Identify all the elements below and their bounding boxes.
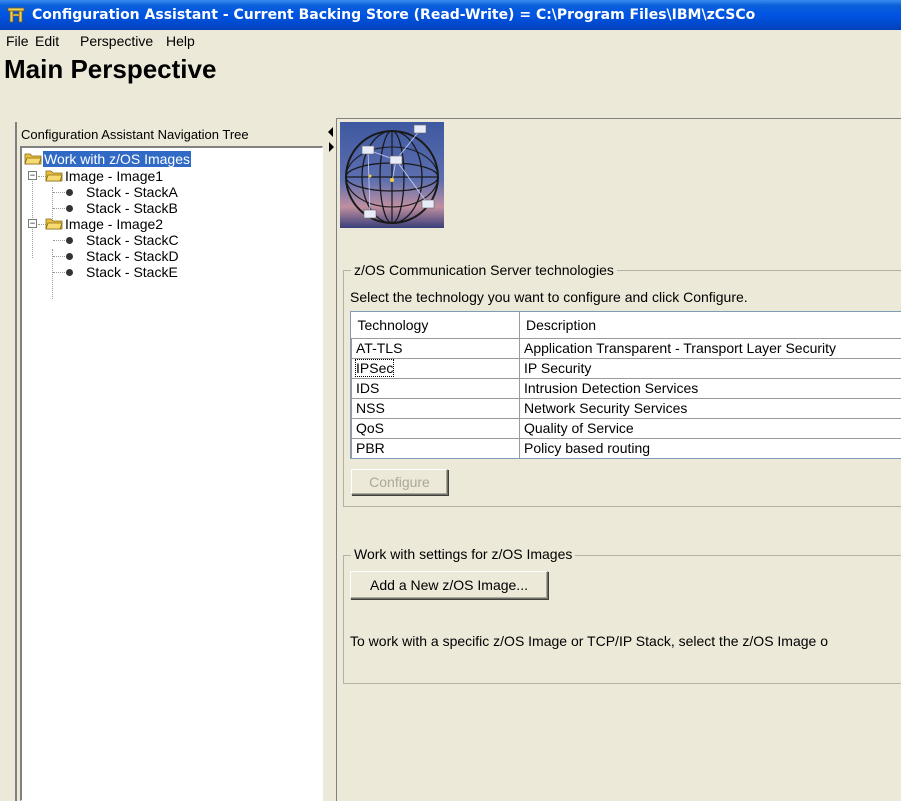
add-new-image-button[interactable]: Add a New z/OS Image... (350, 571, 548, 599)
menu-bar: File Edit Perspective Help (0, 30, 901, 52)
stack-icon (66, 205, 73, 212)
perspective-title: Main Perspective (4, 54, 217, 84)
tree-item-label: Stack - StackC (86, 232, 179, 248)
navigation-panel: Configuration Assistant Navigation Tree … (15, 122, 333, 801)
description-cell: Quality of Service (519, 417, 901, 439)
tree-item-label: Stack - StackA (86, 184, 178, 200)
column-header-technology[interactable]: Technology (351, 312, 520, 339)
folder-open-icon (24, 153, 42, 165)
tree-item-label: Image - Image1 (65, 168, 164, 184)
stack-icon (66, 189, 73, 196)
table-row[interactable]: QoS Quality of Service (351, 417, 901, 439)
tree-connector (32, 171, 33, 258)
navigation-header: Configuration Assistant Navigation Tree (21, 127, 249, 142)
stack-icon (66, 253, 73, 260)
technology-cell: IDS (351, 377, 520, 399)
app-icon (7, 7, 25, 23)
description-cell: Policy based routing (519, 437, 901, 458)
menu-file[interactable]: File (6, 33, 29, 49)
folder-open-icon (45, 218, 63, 230)
table-row[interactable]: IDS Intrusion Detection Services (351, 377, 901, 399)
tree-item-label: Image - Image2 (65, 216, 164, 232)
tree-item-label: Stack - StackE (86, 264, 178, 280)
window-title: Configuration Assistant - Current Backin… (32, 7, 756, 23)
panel-border (15, 122, 17, 801)
folder-open-icon (45, 170, 63, 182)
tree-root-label: Work with z/OS Images (43, 151, 192, 167)
menu-help[interactable]: Help (166, 33, 195, 49)
menu-perspective[interactable]: Perspective (80, 33, 153, 49)
stack-icon (66, 269, 73, 276)
description-cell: IP Security (519, 357, 901, 379)
settings-help-text: To work with a specific z/OS Image or TC… (350, 633, 829, 649)
table-row[interactable]: IPSec IP Security (351, 357, 901, 379)
table-row[interactable]: NSS Network Security Services (351, 397, 901, 419)
description-cell: Application Transparent - Transport Laye… (519, 337, 901, 359)
table-row[interactable]: PBR Policy based routing (351, 437, 901, 458)
collapse-icon[interactable]: − (28, 219, 37, 228)
tree-connector (53, 192, 65, 193)
technologies-group-title: z/OS Communication Server technologies (351, 262, 617, 278)
stack-icon (66, 237, 73, 244)
technology-cell: QoS (351, 417, 520, 439)
technology-cell: NSS (351, 397, 520, 419)
configure-button[interactable]: Configure (351, 469, 448, 495)
technology-table: Technology Description AT-TLS Applicatio… (350, 311, 901, 459)
splitter-arrows-icon[interactable] (327, 125, 335, 155)
collapse-icon[interactable]: − (28, 171, 37, 180)
window-title-bar[interactable]: Configuration Assistant - Current Backin… (0, 0, 901, 30)
description-cell: Intrusion Detection Services (519, 377, 901, 399)
column-header-description[interactable]: Description (519, 312, 901, 339)
navigation-tree[interactable]: Work with z/OS Images − Image - Image1 S… (20, 146, 323, 801)
table-row[interactable]: AT-TLS Application Transparent - Transpo… (351, 337, 901, 359)
description-cell: Network Security Services (519, 397, 901, 419)
settings-group-title: Work with settings for z/OS Images (351, 546, 576, 562)
tree-connector (53, 240, 65, 241)
network-globe-image (340, 122, 444, 228)
menu-edit[interactable]: Edit (35, 33, 59, 49)
technology-cell: AT-TLS (351, 337, 520, 359)
technologies-instructions: Select the technology you want to config… (350, 289, 748, 305)
focused-cell-text: IPSec (354, 359, 395, 377)
tree-connector (53, 272, 65, 273)
technology-cell: IPSec (351, 357, 520, 379)
tree-item-label: Stack - StackD (86, 248, 179, 264)
technology-cell: PBR (351, 437, 520, 458)
tree-connector (53, 256, 65, 257)
tree-connector (53, 208, 65, 209)
tree-item-label: Stack - StackB (86, 200, 178, 216)
